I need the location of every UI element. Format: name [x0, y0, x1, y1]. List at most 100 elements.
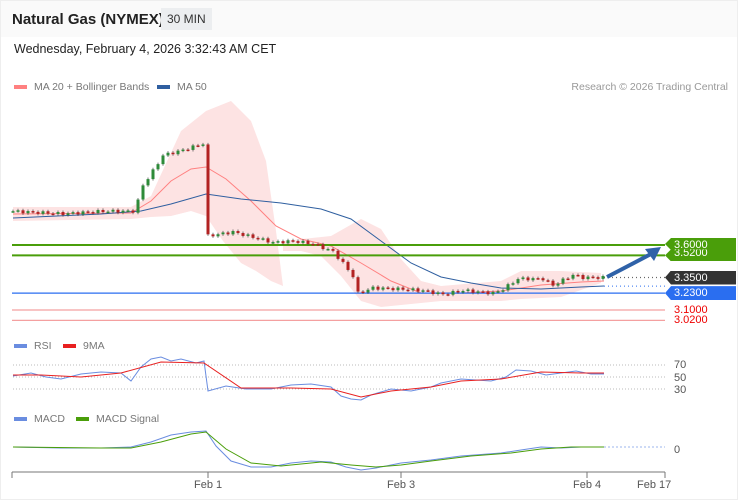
level-label-3.0200: 3.0200 [674, 314, 708, 327]
candle-body [471, 289, 475, 293]
candle-body [276, 241, 280, 243]
candle-body [241, 233, 245, 236]
candle-body [306, 240, 310, 244]
legend-rsi: RSI [14, 340, 52, 352]
candle-body [196, 145, 200, 147]
candle-body [211, 234, 215, 237]
candle-body [11, 211, 15, 213]
candle-body [156, 164, 160, 170]
macd-axis-0: 0 [674, 444, 681, 456]
candle-body [366, 289, 370, 293]
candle-body [121, 210, 125, 213]
legend-macd-signal: MACD Signal [76, 413, 159, 425]
candle-body [111, 209, 115, 212]
rsi-axis-70: 70 [674, 359, 687, 371]
x-label-feb1: Feb 1 [194, 479, 223, 491]
legend-macd: MACD [14, 413, 65, 425]
candle-body [76, 212, 80, 215]
candle-body [601, 276, 605, 279]
rsi-axis-30: 30 [674, 384, 687, 396]
candle-body [476, 291, 480, 293]
candle-body [151, 169, 155, 180]
x-label-feb3: Feb 3 [387, 479, 416, 491]
candle-body [136, 199, 140, 213]
rsi-axis-50: 50 [674, 372, 687, 384]
level-label-3.2300: 3.2300 [665, 286, 736, 301]
candle-body [316, 244, 320, 246]
candle-body [576, 274, 580, 277]
candle-body [166, 152, 170, 156]
candle-body [176, 150, 180, 155]
candle-body [101, 209, 105, 213]
candle-body [556, 283, 560, 286]
candle-body [81, 211, 85, 215]
candle-body [221, 232, 225, 235]
candle-body [526, 277, 530, 281]
bollinger-band [13, 101, 601, 307]
candle-body [456, 290, 460, 293]
candle-body [381, 287, 385, 290]
candle-body [41, 211, 45, 214]
candle-body [461, 291, 465, 293]
candle-body [301, 240, 305, 243]
candle-body [376, 286, 380, 290]
x-label-feb4: Feb 4 [573, 479, 602, 491]
candle-body [96, 209, 100, 214]
candle-body [441, 292, 445, 295]
candle-body [511, 283, 515, 285]
candle-body [406, 289, 410, 292]
candle-body [236, 231, 240, 234]
candle-body [346, 261, 350, 270]
candle-body [586, 276, 590, 280]
candle-body [541, 278, 545, 281]
candle-body [536, 278, 540, 280]
candle-body [446, 294, 450, 296]
candle-body [281, 241, 285, 244]
candle-body [336, 250, 340, 259]
x-label-feb17: Feb 17 [637, 479, 672, 491]
rsi-ma-line [13, 361, 604, 398]
candle-body [16, 210, 20, 212]
candle-body [386, 287, 390, 290]
candle-body [56, 212, 60, 214]
candle-body [491, 291, 495, 295]
candle-body [321, 244, 325, 250]
candle-body [466, 289, 470, 292]
candle-body [371, 286, 375, 290]
candle-body [331, 248, 335, 251]
candle-body [431, 290, 435, 295]
candle-body [126, 210, 130, 212]
candle-body [106, 211, 110, 214]
chart-canvas [11, 101, 666, 478]
candle-body [451, 290, 455, 295]
candle-body [26, 211, 30, 214]
candle-body [226, 232, 230, 235]
candle-body [36, 211, 40, 214]
legend-rsi-ma: 9MA [63, 340, 105, 352]
candle-body [291, 240, 295, 242]
candle-body [546, 280, 550, 282]
candle-body [506, 284, 510, 291]
candle-body [131, 210, 135, 213]
candle-body [421, 290, 425, 292]
candle-body [326, 248, 330, 251]
candle-body [161, 155, 165, 165]
candle-body [146, 179, 150, 186]
candle-body [261, 238, 265, 240]
macd-line [12, 430, 604, 471]
candle-body [401, 287, 405, 290]
candle-body [481, 291, 485, 293]
candle-body [361, 291, 365, 294]
candle-body [86, 211, 90, 213]
candle-body [286, 240, 290, 244]
candle-body [201, 144, 205, 146]
candle-body [171, 152, 175, 155]
candle-body [191, 145, 195, 150]
candle-body [391, 288, 395, 291]
candle-body [251, 234, 255, 238]
candle-body [51, 213, 55, 216]
candle-body [296, 241, 300, 243]
forecast-arrow [606, 252, 652, 279]
candle-body [341, 258, 345, 262]
candle-body [561, 278, 565, 284]
